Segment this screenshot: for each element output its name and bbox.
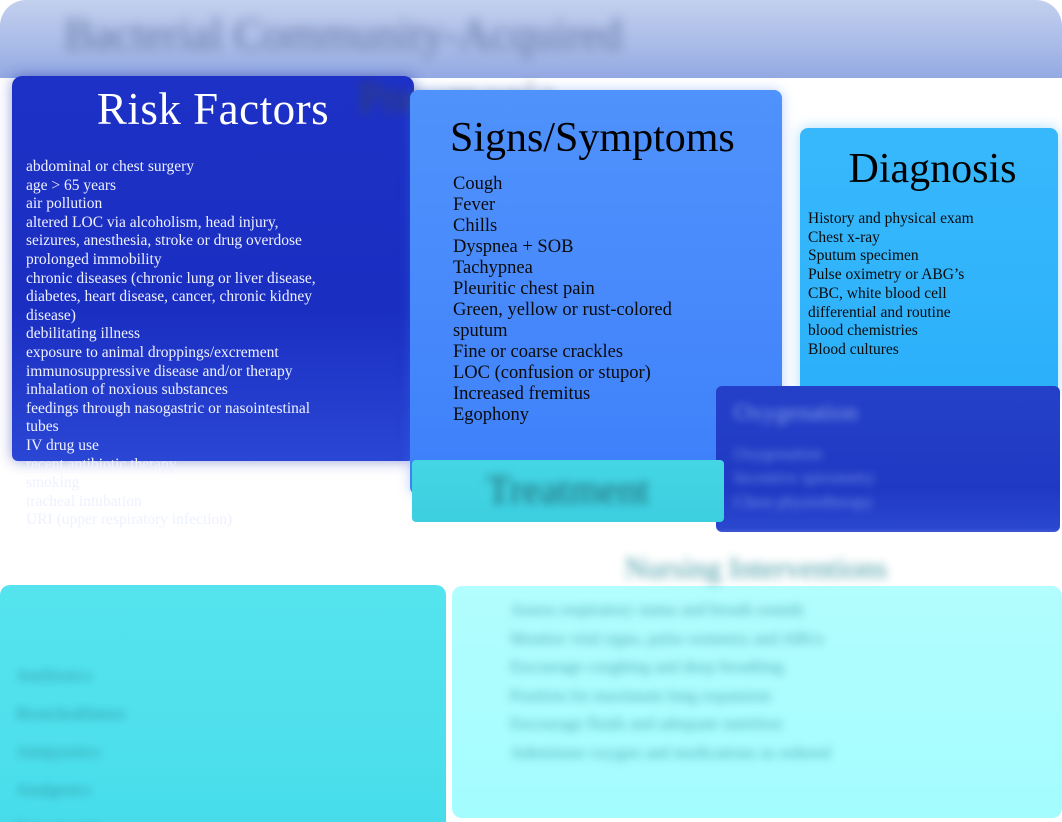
- list-item: Incentive spirometry: [734, 468, 876, 487]
- list-item: diabetes, heart disease, cancer, chronic…: [26, 288, 312, 306]
- list-item: Chills: [453, 216, 498, 236]
- list-item: differential and routine: [808, 303, 951, 321]
- list-item: Bronchodilators: [16, 704, 126, 723]
- treatment-title: Treatment: [486, 467, 650, 512]
- list-item: Blood cultures: [808, 340, 899, 358]
- list-item: Pleuritic chest pain: [453, 279, 595, 299]
- nursing-interventions-list: Assess respiratory status and breath sou…: [482, 596, 1048, 767]
- list-item: recent antibiotic therapy: [26, 455, 177, 473]
- list-item: exposure to animal droppings/excrement: [26, 343, 279, 361]
- slide-header-title: Bacterial Community-Acquired: [64, 10, 623, 59]
- list-item: Fever: [453, 195, 496, 215]
- drug-therapy-list: Antibiotics Bronchodilators Antipyretics An…: [16, 657, 432, 822]
- nursing-interventions-panel: Assess respiratory status and breath sou…: [452, 586, 1062, 818]
- list-item: Sputum specimen: [808, 247, 919, 265]
- diagnosis-title: Diagnosis: [848, 146, 1017, 192]
- list-item: Monitor vital signs, pulse oximetry and …: [510, 628, 825, 648]
- slide-canvas: Bacterial Community-Acquired Risk Factor…: [0, 0, 1062, 822]
- diagnosis-list: History and physical exam Chest x-ray Sput…: [808, 210, 1053, 360]
- list-item: LOC (confusion or stupor): [453, 363, 651, 383]
- list-item: Encourage fluids and adequate nutrition: [510, 714, 782, 733]
- list-item: Administer oxygen and medications as ord…: [510, 742, 831, 762]
- list-item: URI (upper respiratory infection): [26, 511, 233, 529]
- list-item: CBC, white blood cell: [808, 284, 947, 302]
- list-item: Green, yellow or rust-colored: [453, 300, 672, 320]
- list-item: sputum: [453, 321, 508, 341]
- nursing-interventions-title: Nursing Interventions: [624, 552, 888, 585]
- list-item: air pollution: [26, 195, 103, 213]
- list-item: Chest physiotherapy: [734, 492, 874, 511]
- list-item: abdominal or chest surgery: [26, 158, 195, 175]
- list-item: Antibiotics: [16, 666, 92, 685]
- list-item: Antipyretics: [16, 742, 101, 761]
- list-item: History and physical exam: [808, 210, 974, 227]
- list-item: Tachypnea: [453, 258, 533, 278]
- list-item: inhalation of noxious substances: [26, 381, 228, 399]
- list-item: Fine or coarse crackles: [453, 342, 624, 362]
- list-item: seizures, anesthesia, stroke or drug ove…: [26, 232, 302, 250]
- list-item: immunosuppressive disease and/or therapy: [26, 362, 293, 380]
- drug-therapy-panel: Drug Therapy AntibioticsBronchodilatorsA…: [0, 585, 446, 822]
- list-item: tubes: [26, 418, 59, 436]
- signs-symptoms-title: Signs/Symptoms: [450, 115, 735, 161]
- list-item: blood chemistries: [808, 322, 918, 340]
- list-item: Expectorants: [16, 809, 432, 822]
- list-item: smoking: [26, 474, 80, 492]
- list-item: altered LOC via alcoholism, head injury,: [26, 213, 279, 231]
- list-item: Analgesics: [16, 780, 91, 799]
- oxygenation-title: Oxygenation: [734, 400, 858, 426]
- risk-factors-title: Risk Factors: [96, 84, 330, 134]
- risk-factors-panel: Risk Factors abdominal or chest surgery a…: [12, 76, 414, 528]
- list-item: debilitating illness: [26, 325, 141, 343]
- list-item: Encourage coughing and deep breathing: [510, 657, 784, 676]
- list-item: Chest x-ray: [808, 228, 880, 246]
- list-item: disease): [26, 306, 76, 324]
- list-item: Cough: [453, 174, 503, 194]
- list-item: IV drug use: [26, 436, 99, 454]
- list-item: Pulse oximetry or ABG’s: [808, 266, 965, 284]
- diagnosis-panel: History and physical exam Chest x-ray Sput…: [800, 128, 1058, 398]
- oxygenation-list: Oxygenation Incentive spirometry Chest phy…: [734, 442, 1046, 514]
- list-item: chronic diseases (chronic lung or liver …: [26, 269, 316, 287]
- list-item: prolonged immobility: [26, 250, 162, 268]
- list-item: Dyspnea + SOB: [453, 237, 574, 257]
- list-item: tracheal intubation: [26, 492, 142, 510]
- list-item: Assess respiratory status and breath sou…: [510, 600, 805, 619]
- treatment-banner: Treatment: [412, 460, 724, 522]
- risk-factors-list: abdominal or chest surgery age > 65 years…: [26, 158, 406, 530]
- list-item: Oxygenation: [734, 444, 822, 463]
- list-item: Position for maximum lung expansion: [510, 685, 771, 705]
- list-item: age > 65 years: [26, 176, 117, 194]
- oxygenation-panel: Oxygenation Oxygenation Incentive spirome…: [716, 386, 1060, 532]
- list-item: feedings through nasogastric or nasointe…: [26, 399, 311, 417]
